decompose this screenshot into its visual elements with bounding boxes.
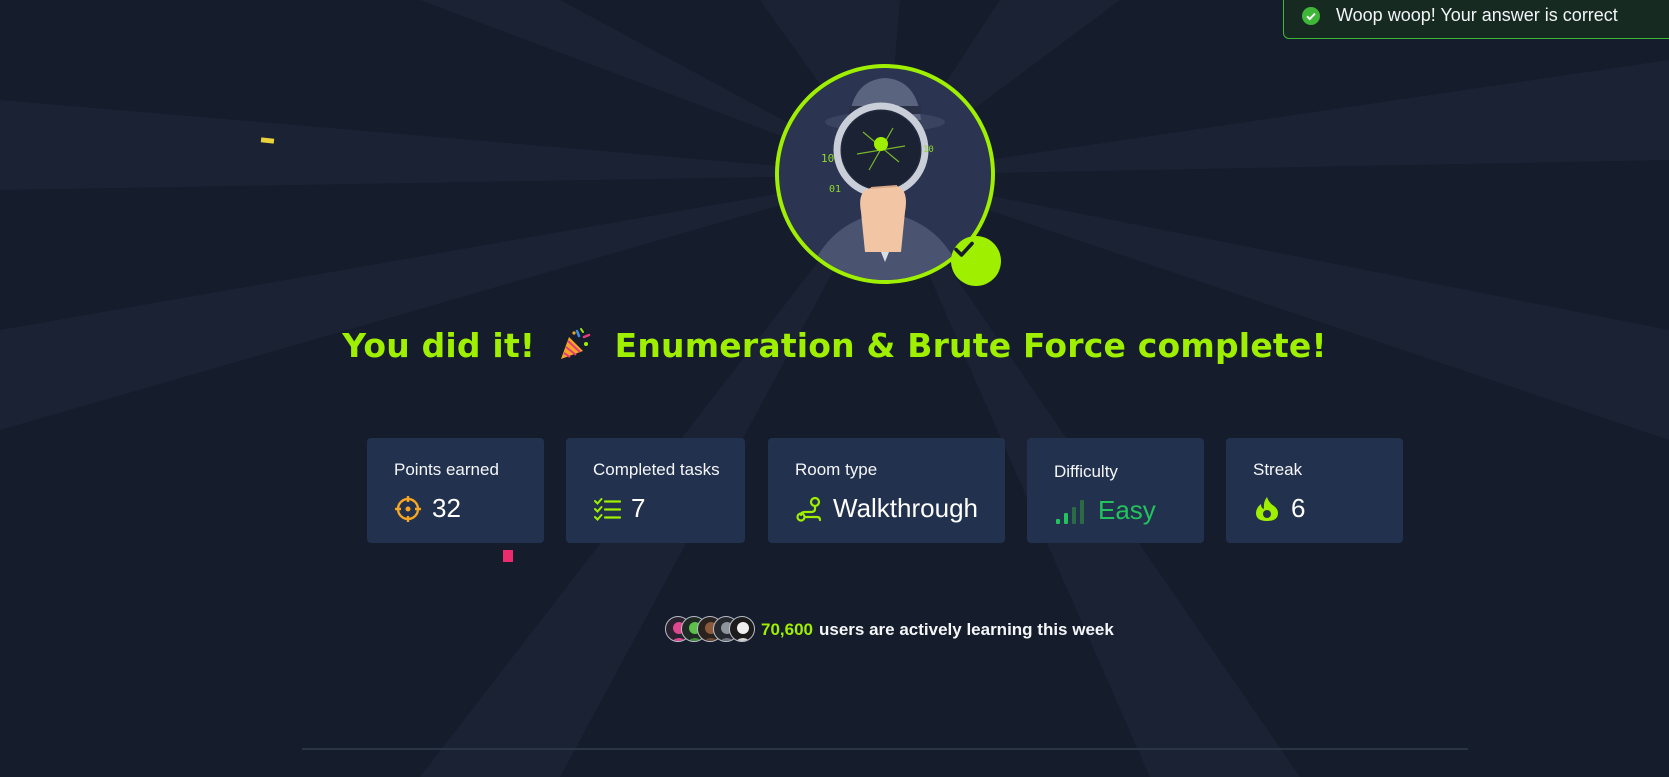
confetti-pink (503, 550, 513, 562)
stat-difficulty: Difficulty Easy (1027, 438, 1204, 543)
stat-label: Streak (1253, 460, 1303, 479)
stat-value: Walkthrough (833, 493, 978, 523)
stat-label: Room type (795, 460, 878, 479)
svg-text:10: 10 (923, 145, 934, 155)
crosshair-icon (394, 495, 422, 523)
section-divider (302, 748, 1468, 750)
stat-room-type: Room type Walkthrough (768, 438, 1005, 543)
headline-lead: You did it! (342, 326, 536, 365)
stat-points-earned: Points earned 32 (367, 438, 544, 543)
svg-text:01: 01 (829, 184, 841, 195)
signal-bars-icon (1054, 497, 1088, 525)
route-icon (795, 495, 823, 523)
stat-label: Points earned (394, 460, 499, 479)
user-avatar-stack (665, 616, 757, 644)
avatar (729, 616, 755, 642)
headline-room-complete: Enumeration & Brute Force complete! (614, 326, 1327, 365)
success-toast[interactable]: Woop woop! Your answer is correct (1283, 0, 1669, 39)
completed-check-badge (951, 236, 1001, 286)
stat-value: 7 (631, 493, 646, 523)
stat-value: 6 (1291, 493, 1306, 523)
flame-icon (1253, 495, 1281, 523)
stat-value: 32 (432, 493, 461, 523)
svg-text:10: 10 (821, 152, 834, 165)
stat-value: Easy (1098, 495, 1156, 525)
party-popper-icon (557, 327, 593, 371)
check-circle-icon (1302, 6, 1320, 25)
stat-streak: Streak 6 (1226, 438, 1403, 543)
active-users-count: 70,600 (761, 620, 813, 639)
checkmark-icon (954, 241, 974, 257)
toast-message: Woop woop! Your answer is correct (1336, 5, 1618, 25)
completion-headline: You did it! Enumeration & Brute Force co… (0, 326, 1669, 371)
stat-label: Difficulty (1054, 462, 1118, 481)
room-completion-avatar: 10 01 10 (773, 62, 1001, 286)
checklist-icon (593, 495, 621, 523)
stat-label: Completed tasks (593, 460, 720, 479)
active-users-banner: 70,600 users are actively learning this … (665, 614, 1114, 646)
active-users-text: users are actively learning this week (819, 620, 1114, 639)
stat-completed-tasks: Completed tasks 7 (566, 438, 745, 543)
